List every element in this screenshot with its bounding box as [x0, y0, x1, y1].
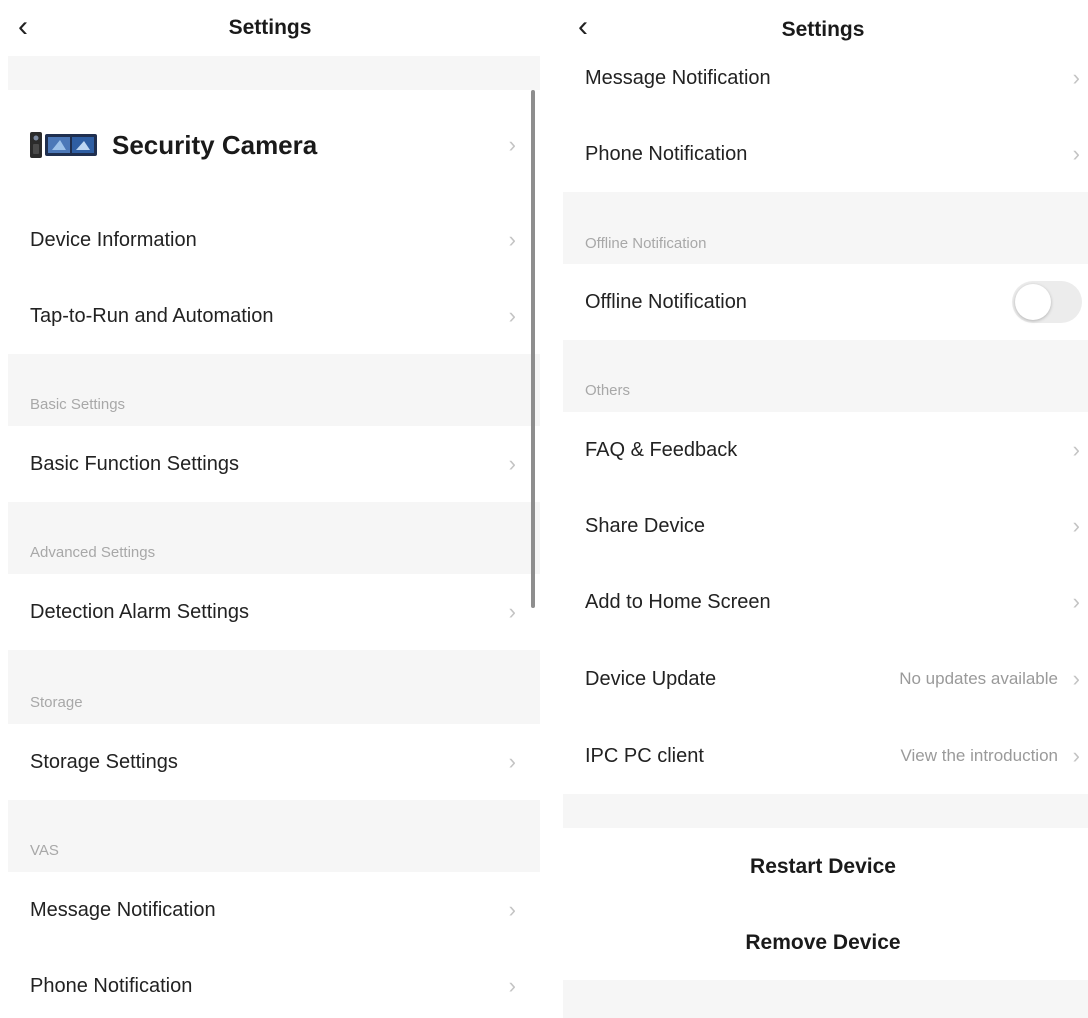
chevron-right-icon: ›	[1072, 666, 1080, 691]
share-device-row[interactable]: Share Device ›	[585, 488, 1088, 564]
phone-notification-row[interactable]: Phone Notification ›	[585, 116, 1088, 192]
section-label: Storage	[30, 694, 83, 711]
section-vas: VAS	[8, 800, 540, 872]
chevron-right-icon: ›	[1072, 65, 1080, 90]
left-nav-bar: ‹ Settings	[0, 0, 540, 56]
row-label: Storage Settings	[30, 750, 178, 773]
row-label: Device Information	[30, 228, 197, 251]
left-settings-screen: ‹ Settings Security Camera › Device Info…	[0, 0, 540, 1018]
row-label: Detection Alarm Settings	[30, 600, 249, 623]
row-label: Phone Notification	[585, 142, 748, 165]
chevron-right-icon: ›	[508, 897, 516, 922]
chevron-right-icon: ›	[508, 132, 516, 157]
row-label: Share Device	[585, 514, 706, 537]
right-settings-screen: ‹ Settings Message Notification › Phone …	[558, 0, 1088, 1018]
phone-notification-row[interactable]: Phone Notification ›	[30, 948, 540, 1018]
chevron-right-icon: ›	[1072, 589, 1080, 614]
add-to-home-screen-row[interactable]: Add to Home Screen ›	[585, 564, 1088, 640]
chevron-right-icon: ›	[1072, 437, 1080, 462]
section-label: Others	[585, 382, 631, 399]
section-label: VAS	[30, 842, 59, 859]
device-information-row[interactable]: Device Information ›	[30, 202, 540, 278]
chevron-right-icon: ›	[508, 303, 516, 328]
message-notification-row[interactable]: Message Notification ›	[30, 872, 540, 948]
chevron-right-icon: ›	[508, 227, 516, 252]
tap-to-run-row[interactable]: Tap-to-Run and Automation ›	[30, 278, 540, 354]
row-label: Device Update	[585, 667, 717, 690]
row-label: IPC PC client	[585, 744, 704, 767]
row-label: Phone Notification	[30, 974, 193, 997]
bottom-separator	[563, 980, 1088, 1018]
offline-notification-row: Offline Notification	[585, 264, 1088, 340]
ipc-pc-client-link: View the introduction	[900, 746, 1058, 765]
row-label: Message Notification	[585, 66, 771, 89]
basic-function-settings-row[interactable]: Basic Function Settings ›	[30, 426, 540, 502]
section-basic-settings: Basic Settings	[8, 354, 540, 426]
chevron-right-icon: ›	[508, 599, 516, 624]
row-label: FAQ & Feedback	[585, 438, 738, 461]
ipc-pc-client-row[interactable]: IPC PC client View the introduction ›	[585, 718, 1088, 794]
device-update-status: No updates available	[899, 669, 1058, 688]
offline-notification-toggle[interactable]	[1012, 281, 1082, 323]
section-offline-notification: Offline Notification	[563, 192, 1088, 264]
section-storage: Storage	[8, 650, 540, 724]
page-title: Settings	[781, 18, 865, 41]
remove-device-button[interactable]: Remove Device	[558, 931, 1088, 955]
chevron-right-icon: ›	[1072, 513, 1080, 538]
section-label: Advanced Settings	[30, 544, 156, 561]
row-label: Offline Notification	[585, 290, 747, 313]
chevron-right-icon: ›	[508, 973, 516, 998]
toggle-knob	[1015, 284, 1051, 320]
section-advanced-settings: Advanced Settings	[8, 502, 540, 574]
device-header-row[interactable]: Security Camera ›	[30, 90, 540, 200]
chevron-right-icon: ›	[1072, 141, 1080, 166]
chevron-right-icon: ›	[1072, 743, 1080, 768]
row-label: Add to Home Screen	[585, 590, 771, 613]
device-name: Security Camera	[112, 129, 318, 160]
row-label: Message Notification	[30, 898, 216, 921]
row-label: Tap-to-Run and Automation	[30, 304, 274, 327]
message-notification-row[interactable]: Message Notification ›	[585, 44, 1088, 112]
section-others: Others	[563, 340, 1088, 412]
chevron-right-icon: ›	[508, 451, 516, 476]
restart-device-button[interactable]: Restart Device	[558, 855, 1088, 879]
faq-feedback-row[interactable]: FAQ & Feedback ›	[585, 412, 1088, 488]
storage-settings-row[interactable]: Storage Settings ›	[30, 724, 540, 800]
page-title: Settings	[228, 16, 312, 39]
scrollbar[interactable]	[531, 90, 535, 608]
row-label: Basic Function Settings	[30, 452, 239, 475]
section-label: Offline Notification	[585, 235, 707, 252]
section-label: Basic Settings	[30, 396, 126, 413]
device-update-row[interactable]: Device Update No updates available ›	[585, 640, 1088, 718]
top-separator	[8, 56, 540, 90]
security-camera-icon	[30, 130, 100, 160]
chevron-right-icon: ›	[508, 749, 516, 774]
actions-separator	[563, 794, 1088, 828]
detection-alarm-settings-row[interactable]: Detection Alarm Settings ›	[30, 574, 540, 650]
